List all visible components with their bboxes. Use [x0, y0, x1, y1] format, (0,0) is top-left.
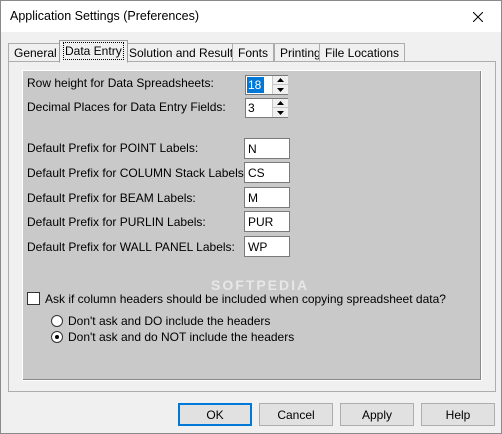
watermark: SOFTPEDIA [211, 277, 310, 293]
decimal-places-input[interactable] [247, 100, 271, 116]
radio-do-include-label: Don't ask and DO include the headers [68, 314, 271, 328]
cancel-button[interactable]: Cancel [259, 403, 333, 426]
close-icon [473, 11, 483, 22]
tab-general[interactable]: General [8, 43, 63, 62]
ok-button[interactable]: OK [178, 403, 252, 426]
spin-up-arrow-icon[interactable] [273, 99, 288, 108]
window-title: Application Settings (Preferences) [10, 9, 199, 23]
spin-down-arrow-icon[interactable] [273, 108, 288, 117]
spin-up-arrow-icon[interactable] [273, 76, 288, 85]
point-prefix-label: Default Prefix for POINT Labels: [27, 141, 199, 155]
purlin-prefix-label: Default Prefix for PURLIN Labels: [27, 215, 206, 229]
column-prefix-input[interactable] [245, 163, 289, 182]
column-prefix-field[interactable] [244, 162, 290, 183]
point-prefix-field[interactable] [244, 138, 290, 159]
radio-do-include-headers[interactable] [51, 315, 63, 327]
beam-prefix-field[interactable] [244, 187, 290, 208]
radio-do-not-include-headers[interactable] [51, 331, 63, 343]
tab-file-locations[interactable]: File Locations [319, 43, 406, 62]
row-height-spinner[interactable] [245, 75, 288, 95]
row-height-label: Row height for Data Spreadsheets: [27, 76, 214, 90]
wall-panel-prefix-label: Default Prefix for WALL PANEL Labels: [27, 240, 235, 254]
wall-panel-prefix-field[interactable] [244, 236, 290, 257]
decimal-places-label: Decimal Places for Data Entry Fields: [27, 100, 226, 114]
beam-prefix-input[interactable] [245, 188, 289, 207]
title-bar: Application Settings (Preferences) [1, 1, 501, 32]
row-height-input[interactable] [247, 77, 264, 93]
radio-do-not-include-label: Don't ask and do NOT include the headers [68, 330, 295, 344]
purlin-prefix-field[interactable] [244, 211, 290, 232]
help-button[interactable]: Help [421, 403, 495, 426]
tab-fonts[interactable]: Fonts [232, 43, 275, 62]
purlin-prefix-input[interactable] [245, 212, 289, 231]
close-button[interactable] [455, 1, 501, 32]
decimal-places-spinner[interactable] [245, 98, 288, 118]
wall-panel-prefix-input[interactable] [245, 237, 289, 256]
settings-window: Application Settings (Preferences) Gener… [0, 0, 502, 434]
ask-headers-checkbox[interactable] [27, 292, 40, 305]
beam-prefix-label: Default Prefix for BEAM Labels: [27, 191, 196, 205]
apply-button[interactable]: Apply [340, 403, 414, 426]
ask-headers-label: Ask if column headers should be included… [45, 292, 446, 306]
tab-data-entry[interactable]: Data Entry [59, 40, 128, 63]
column-prefix-label: Default Prefix for COLUMN Stack Labels: [27, 166, 248, 180]
tab-solution-and-results[interactable]: Solution and Results [123, 43, 246, 62]
spin-down-arrow-icon[interactable] [273, 85, 288, 94]
point-prefix-input[interactable] [245, 139, 289, 158]
tab-strip: General Data Entry Solution and Results … [8, 40, 496, 63]
